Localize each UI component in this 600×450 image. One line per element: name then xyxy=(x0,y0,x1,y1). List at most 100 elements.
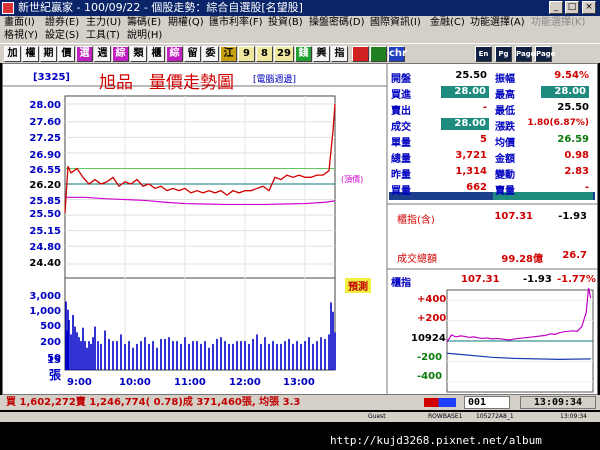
toolbar-button[interactable]: En xyxy=(475,46,492,62)
menu-item[interactable]: 格視(Y) xyxy=(4,30,38,42)
price-tick-reference: 26.20 xyxy=(29,180,61,191)
stock-code: [3325] xyxy=(33,72,70,83)
quote-label: 單量 xyxy=(391,138,411,149)
quote-value-boxed: 28.00 xyxy=(541,86,589,98)
quote-value: 2.83 xyxy=(564,166,589,177)
menu-item[interactable]: 畫面(I) xyxy=(4,17,35,29)
menu-item[interactable]: 期權(Q) xyxy=(168,17,204,29)
toolbar-button[interactable]: 綜 xyxy=(166,46,183,62)
toolbar-button[interactable]: 8 xyxy=(256,46,273,62)
toolbar-button[interactable]: 櫃 xyxy=(148,46,165,62)
menu-item[interactable]: 功能選擇(A) xyxy=(470,17,525,29)
toolbar-button[interactable]: 9 xyxy=(238,46,255,62)
toolbar-button[interactable]: 錢 xyxy=(295,46,312,62)
quote-value: 25.50 xyxy=(455,70,487,81)
toolbar-button[interactable]: Page xyxy=(535,46,555,62)
toolbar-button[interactable]: 價 xyxy=(58,46,75,62)
taskbar-item: 105272A8_1 xyxy=(476,413,514,420)
toolbar-button[interactable]: 選 xyxy=(76,46,93,62)
stock-name: 旭品 xyxy=(99,73,133,93)
price-tick: 26.55 xyxy=(29,165,61,176)
toolbar-button[interactable]: 週 xyxy=(94,46,111,62)
menu-item[interactable]: 籌碼(E) xyxy=(127,17,161,29)
menu-item[interactable]: 工具(T) xyxy=(86,30,120,42)
taskbar-item: ROWBASE1 xyxy=(428,413,463,420)
quote-value: 1.80(6.87%) xyxy=(527,118,589,128)
toolbar-button[interactable]: 留 xyxy=(184,46,201,62)
quote-label: 振幅 xyxy=(495,74,515,85)
quote-label: 均價 xyxy=(495,138,515,149)
menu-item-disabled: 功能選擇(K) xyxy=(531,17,586,28)
quote-value: - xyxy=(584,182,589,193)
toolbar-button[interactable]: 興 xyxy=(313,46,330,62)
quote-value: 662 xyxy=(466,182,487,193)
price-tick: 26.90 xyxy=(29,150,61,161)
toolbar-button[interactable]: 綜 xyxy=(112,46,129,62)
trade-summary: 買 1,602,272賣 1,246,774( 0.78)成 371,460張,… xyxy=(6,397,301,408)
app-icon xyxy=(2,2,14,14)
title-bar: 新世紀贏家 - 100/09/22 - 個股走勢：綜合自選股[名望股] xyxy=(0,0,600,16)
toolbar-button[interactable]: chr xyxy=(388,46,407,62)
price-tick: 25.15 xyxy=(29,226,61,237)
toolbar-button[interactable]: Page xyxy=(515,46,535,62)
toolbar-button[interactable]: 期 xyxy=(40,46,57,62)
volume-tick: 1,000 xyxy=(29,306,61,317)
quote-window: [3325] 旭品 量價走勢圖 [電腦週邊] (頂價) 預測 28.00 27.… xyxy=(2,63,598,395)
menu-item[interactable]: 主力(U) xyxy=(86,17,121,29)
turnover-value: 99.28億 xyxy=(501,254,543,265)
turnover-label: 成交總額 xyxy=(397,254,437,265)
mini-index-label: 櫃指 xyxy=(391,278,411,289)
menu-item[interactable]: 金融(C) xyxy=(430,17,465,29)
volume-tick: 3,000 xyxy=(29,291,61,302)
mini-index-tick: +400 xyxy=(417,294,447,305)
maximize-button[interactable]: □ xyxy=(565,1,579,14)
mini-index-tick: -400 xyxy=(417,371,443,382)
menu-item[interactable]: 設定(S) xyxy=(45,30,79,42)
index-value: 107.31 xyxy=(494,211,533,222)
toolbar-button[interactable]: 29 xyxy=(274,46,294,62)
quote-label: 最高 xyxy=(495,90,515,101)
quote-value: 25.50 xyxy=(557,102,589,113)
quote-value: 0.98 xyxy=(564,150,589,161)
status-bar: 買 1,602,272賣 1,246,774( 0.78)成 371,460張,… xyxy=(0,395,600,410)
quote-label: 漲跌 xyxy=(495,122,515,133)
turnover-extra: 26.7 xyxy=(562,250,587,261)
toolbar-button[interactable]: Pg xyxy=(495,46,512,62)
mini-index-tick: -200 xyxy=(417,352,443,363)
toolbar-button[interactable] xyxy=(370,46,387,62)
index-label: 櫃指(含) xyxy=(397,215,435,226)
toolbar-button[interactable]: 類 xyxy=(130,46,147,62)
quote-label: 最低 xyxy=(495,106,515,117)
toolbar-button[interactable]: 江 xyxy=(220,46,237,62)
toolbar-button[interactable] xyxy=(352,46,369,62)
close-button[interactable]: × xyxy=(582,1,596,14)
minimize-button[interactable]: _ xyxy=(549,1,563,14)
index-change: -1.93 xyxy=(558,211,587,222)
chart-title: 量價走勢圖 xyxy=(149,73,234,93)
watermark-url: http://kujd3268.pixnet.net/album xyxy=(330,434,542,447)
menu-item[interactable]: 投資(B) xyxy=(268,17,303,29)
toolbar-button[interactable]: 指 xyxy=(331,46,348,62)
quote-label: 買量 xyxy=(391,186,411,197)
menu-item[interactable]: 說明(H) xyxy=(127,30,162,42)
quote-value-boxed: 28.00 xyxy=(441,118,489,130)
price-tick: 25.50 xyxy=(29,209,61,220)
quote-value: 1,314 xyxy=(455,166,487,177)
time-label: 12:00 xyxy=(229,377,261,388)
menu-item[interactable]: 匯市利率(F) xyxy=(209,17,263,29)
menu-item[interactable]: 操盤密碼(D) xyxy=(309,17,365,29)
price-tick: 24.80 xyxy=(29,242,61,253)
price-tick: 27.25 xyxy=(29,133,61,144)
toolbar-button[interactable]: 權 xyxy=(22,46,39,62)
code-input[interactable]: 001 xyxy=(464,396,510,409)
forecast-badge[interactable]: 預測 xyxy=(345,278,371,293)
toolbar-button[interactable]: 加 xyxy=(4,46,21,62)
menu-item[interactable]: 國際資訊(I) xyxy=(370,17,421,29)
menu-item[interactable]: 證券(E) xyxy=(45,17,79,29)
toolbar-button[interactable]: 委 xyxy=(202,46,219,62)
price-tick: 27.60 xyxy=(29,117,61,128)
quote-label: 變動 xyxy=(495,170,515,181)
quote-label: 買進 xyxy=(391,90,411,101)
window-title: 新世紀贏家 - 100/09/22 - 個股走勢：綜合自選股[名望股] xyxy=(18,1,303,14)
taskbar-item: Guest xyxy=(368,413,386,420)
